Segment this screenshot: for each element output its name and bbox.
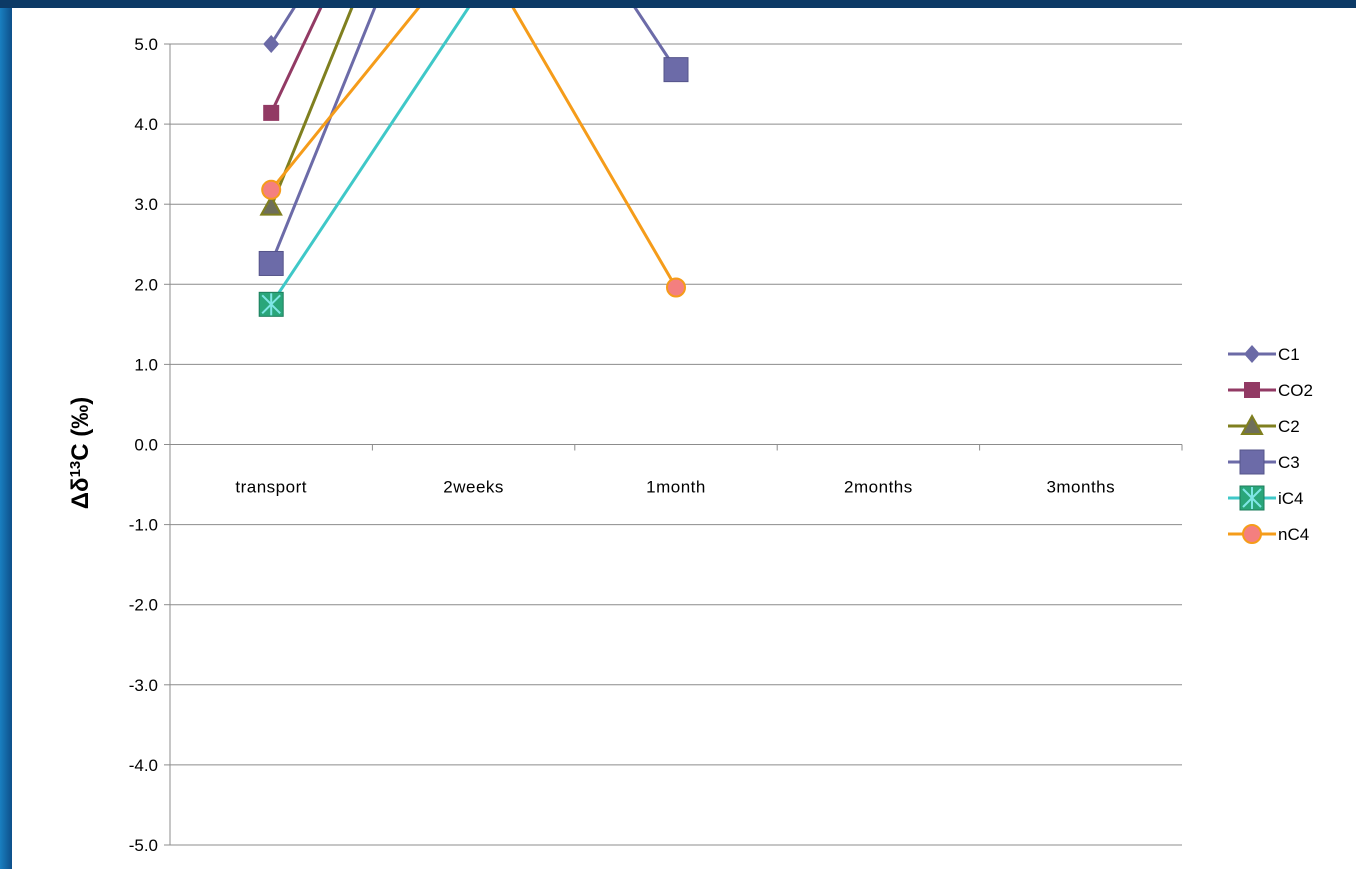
legend-item-nc4: nC4 [1228,524,1309,544]
y-tick-label: -5.0 [129,836,158,855]
circle-marker [1242,524,1262,544]
x-category-label: 3months [1046,478,1115,497]
y-axis-label-sup: 13 [67,461,84,478]
square-marker [258,250,284,276]
category-labels: transport 2weeks 1month 2months 3months [235,478,1115,497]
y-tick-label: -3.0 [129,676,158,695]
axes [164,43,1183,846]
legend-label: nC4 [1278,525,1309,544]
legend-label: C1 [1278,345,1300,364]
series-line-c3 [269,8,678,265]
y-tick-label: 3.0 [134,195,158,214]
legend-label: C3 [1278,453,1300,472]
y-tick-label: -1.0 [129,516,158,535]
legend-item-c2: C2 [1228,413,1300,436]
y-tick-label: 4.0 [134,115,158,134]
square-marker [263,104,280,121]
x-category-label: 2weeks [443,478,504,497]
y-tick-label: 1.0 [134,355,158,374]
legend-item-c1: C1 [1228,345,1300,364]
circle-marker [666,277,686,298]
legend-item-co2: CO2 [1228,381,1313,400]
series-line-nc4 [270,8,678,289]
square-marker [1239,449,1265,475]
y-tick-label: -4.0 [129,756,158,775]
legend-label: CO2 [1278,381,1313,400]
y-axis-label: Δδ13C (‰) [67,397,95,509]
series-line-co2 [269,8,323,114]
legend: C1 CO2 C2 C3 iC4 nC4 [1228,345,1313,544]
y-axis-label-suffix: C (‰) [67,397,94,461]
legend-label: C2 [1278,417,1300,436]
y-tick-label: -2.0 [129,596,158,615]
x-category-label: transport [235,478,307,497]
series-line-c2 [269,8,354,208]
y-tick-label: 0.0 [134,436,158,455]
diamond-marker [1244,345,1260,363]
y-tick-labels: 5.0 4.0 3.0 2.0 1.0 0.0 -1.0 -2.0 -3.0 -4.0 -5.0 [129,35,158,855]
slide-frame-left [0,0,12,869]
line-chart: 5.0 4.0 3.0 2.0 1.0 0.0 -1.0 -2.0 -3.0 -4.0 -5.0 t… [67,8,1313,855]
slide-frame-top [0,0,1356,8]
series-line-ic4 [269,8,471,306]
chart-panel: 5.0 4.0 3.0 2.0 1.0 0.0 -1.0 -2.0 -3.0 -4.0 -5.0 t… [12,8,1356,869]
square-marker [1244,382,1260,398]
y-tick-label: 2.0 [134,275,158,294]
y-axis-label-prefix: Δδ [67,477,94,509]
y-tick-label: 5.0 [134,35,158,54]
legend-item-ic4: iC4 [1228,485,1304,511]
x-category-label: 2months [844,478,913,497]
circle-marker [261,179,282,200]
legend-item-c3: C3 [1228,449,1300,475]
square-marker [663,57,689,83]
legend-label: iC4 [1278,489,1304,508]
series-lines [269,8,678,306]
x-category-label: 1month [646,478,706,497]
